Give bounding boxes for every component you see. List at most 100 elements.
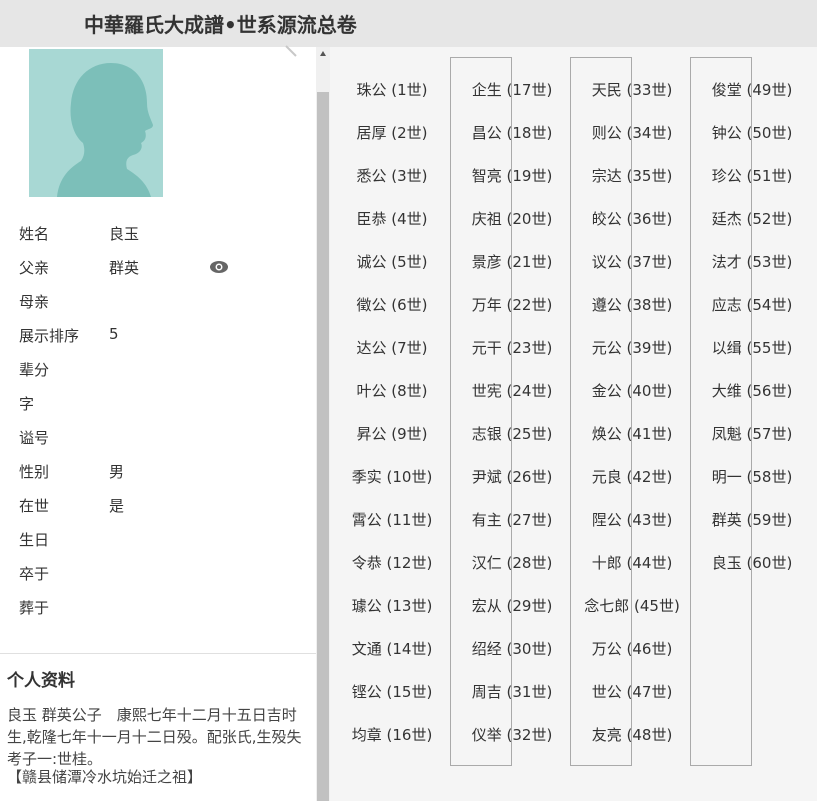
generation-number: (56世) <box>746 382 793 400</box>
generation-number: (20世) <box>506 210 553 228</box>
generation-name: 尹斌 <box>471 468 502 486</box>
generation-item[interactable]: 大维 (56世) <box>712 380 793 401</box>
eye-icon[interactable] <box>208 256 230 278</box>
profile-text: 良玉 群英公子 康熙七年十二月十五日吉时生,乾隆七年十一月十二日殁。配张氏,生殁… <box>7 706 302 768</box>
generation-item[interactable]: 应志 (54世) <box>712 294 793 315</box>
generation-item[interactable]: 叶公 (8世) <box>356 380 427 401</box>
generation-number: (53世) <box>746 253 793 271</box>
info-label: 父亲 <box>19 259 50 277</box>
generation-item[interactable]: 天民 (33世) <box>592 79 673 100</box>
generation-item[interactable]: 尹斌 (26世) <box>472 466 553 487</box>
generation-number: (4世) <box>391 210 428 228</box>
generation-item[interactable]: 凤魁 (57世) <box>712 423 793 444</box>
generation-item[interactable]: 企生 (17世) <box>472 79 553 100</box>
generation-item[interactable]: 元公 (39世) <box>592 337 673 358</box>
generation-item[interactable]: 陧公 (43世) <box>592 509 673 530</box>
generation-name: 悉公 <box>356 167 387 185</box>
generation-item[interactable]: 周吉 (31世) <box>472 681 553 702</box>
generation-item[interactable]: 廷杰 (52世) <box>712 208 793 229</box>
generation-item[interactable]: 明一 (58世) <box>712 466 793 487</box>
generation-number: (23世) <box>506 339 553 357</box>
scrollbar-thumb[interactable] <box>317 92 329 801</box>
generation-tree: 珠公 (1世) 居厚 (2世) 悉公 (3世) 臣恭 (4世) 诚公 (5世) 徵公 (6… <box>330 47 817 801</box>
generation-item[interactable]: 悉公 (3世) <box>356 165 427 186</box>
generation-item[interactable]: 十郎 (44世) <box>592 552 673 573</box>
generation-item[interactable]: 以缉 (55世) <box>712 337 793 358</box>
generation-item[interactable]: 景彦 (21世) <box>472 251 553 272</box>
generation-item[interactable]: 宗达 (35世) <box>592 165 673 186</box>
generation-name: 仪举 <box>471 726 502 744</box>
generation-number: (51世) <box>746 167 793 185</box>
generation-item[interactable]: 皎公 (36世) <box>592 208 673 229</box>
generation-number: (45世) <box>634 597 680 615</box>
generation-item[interactable]: 诚公 (5世) <box>356 251 427 272</box>
generation-name: 明一 <box>711 468 742 486</box>
column-bracket <box>570 57 632 766</box>
scroll-up-arrow-icon[interactable] <box>319 50 327 58</box>
generation-number: (24世) <box>506 382 553 400</box>
generation-item[interactable]: 志银 (25世) <box>472 423 553 444</box>
generation-item[interactable]: 念七郎 (45世) <box>584 595 680 616</box>
person-silhouette-icon <box>57 63 153 197</box>
generation-item[interactable]: 万年 (22世) <box>472 294 553 315</box>
generation-name: 遵公 <box>591 296 622 314</box>
generation-item[interactable]: 元干 (23世) <box>472 337 553 358</box>
generation-item[interactable]: 霄公 (11世) <box>352 509 433 530</box>
generation-item[interactable]: 昇公 (9世) <box>356 423 427 444</box>
generation-item[interactable]: 焕公 (41世) <box>592 423 673 444</box>
generation-item[interactable]: 俊堂 (49世) <box>712 79 793 100</box>
generation-item[interactable]: 则公 (34世) <box>592 122 673 143</box>
generation-item[interactable]: 遵公 (38世) <box>592 294 673 315</box>
generation-item[interactable]: 璩公 (13世) <box>352 595 433 616</box>
generation-item[interactable]: 仪举 (32世) <box>472 724 553 745</box>
generation-item[interactable]: 法才 (53世) <box>712 251 793 272</box>
generation-item[interactable]: 令恭 (12世) <box>352 552 433 573</box>
generation-item[interactable]: 智亮 (19世) <box>472 165 553 186</box>
generation-name: 世公 <box>591 683 622 701</box>
close-icon[interactable] <box>284 44 298 58</box>
generation-name: 周吉 <box>471 683 502 701</box>
generation-name: 世宪 <box>471 382 502 400</box>
top-bar: 中華羅氏大成譜•世系源流总卷 <box>0 0 817 47</box>
generation-name: 绍经 <box>471 640 502 658</box>
generation-item[interactable]: 钟公 (50世) <box>712 122 793 143</box>
generation-item[interactable]: 友亮 (48世) <box>592 724 673 745</box>
generation-name: 有主 <box>471 511 502 529</box>
generation-item[interactable]: 珠公 (1世) <box>356 79 427 100</box>
generation-item[interactable]: 世宪 (24世) <box>472 380 553 401</box>
generation-item[interactable]: 有主 (27世) <box>472 509 553 530</box>
generation-item[interactable]: 铿公 (15世) <box>352 681 433 702</box>
generation-item[interactable]: 绍经 (30世) <box>472 638 553 659</box>
generation-number: (58世) <box>746 468 793 486</box>
generation-name: 诚公 <box>356 253 387 271</box>
generation-item[interactable]: 世公 (47世) <box>592 681 673 702</box>
generation-item[interactable]: 季实 (10世) <box>352 466 433 487</box>
generation-number: (40世) <box>626 382 673 400</box>
generation-item[interactable]: 汉仁 (28世) <box>472 552 553 573</box>
generation-item[interactable]: 元良 (42世) <box>592 466 673 487</box>
generation-item[interactable]: 昌公 (18世) <box>472 122 553 143</box>
generation-item[interactable]: 万公 (46世) <box>592 638 673 659</box>
generation-item[interactable]: 臣恭 (4世) <box>356 208 427 229</box>
generation-number: (35世) <box>626 167 673 185</box>
generation-item[interactable]: 宏从 (29世) <box>472 595 553 616</box>
generation-item[interactable]: 群英 (59世) <box>712 509 793 530</box>
generation-name: 昌公 <box>471 124 502 142</box>
generation-number: (43世) <box>626 511 673 529</box>
generation-name: 叶公 <box>356 382 387 400</box>
generation-item[interactable]: 居厚 (2世) <box>356 122 427 143</box>
profile-heading: 个人资料 <box>7 671 75 691</box>
generation-name: 凤魁 <box>711 425 742 443</box>
generation-item[interactable]: 金公 (40世) <box>592 380 673 401</box>
generation-item[interactable]: 庆祖 (20世) <box>472 208 553 229</box>
generation-item[interactable]: 良玉 (60世) <box>712 552 793 573</box>
generation-number: (2世) <box>391 124 428 142</box>
generation-item[interactable]: 均章 (16世) <box>352 724 433 745</box>
generation-item[interactable]: 达公 (7世) <box>356 337 427 358</box>
generation-number: (41世) <box>626 425 673 443</box>
generation-item[interactable]: 议公 (37世) <box>592 251 673 272</box>
generation-item[interactable]: 文通 (14世) <box>352 638 433 659</box>
page-title: 中華羅氏大成譜•世系源流总卷 <box>84 13 357 37</box>
generation-item[interactable]: 徵公 (6世) <box>356 294 427 315</box>
generation-item[interactable]: 珍公 (51世) <box>712 165 793 186</box>
